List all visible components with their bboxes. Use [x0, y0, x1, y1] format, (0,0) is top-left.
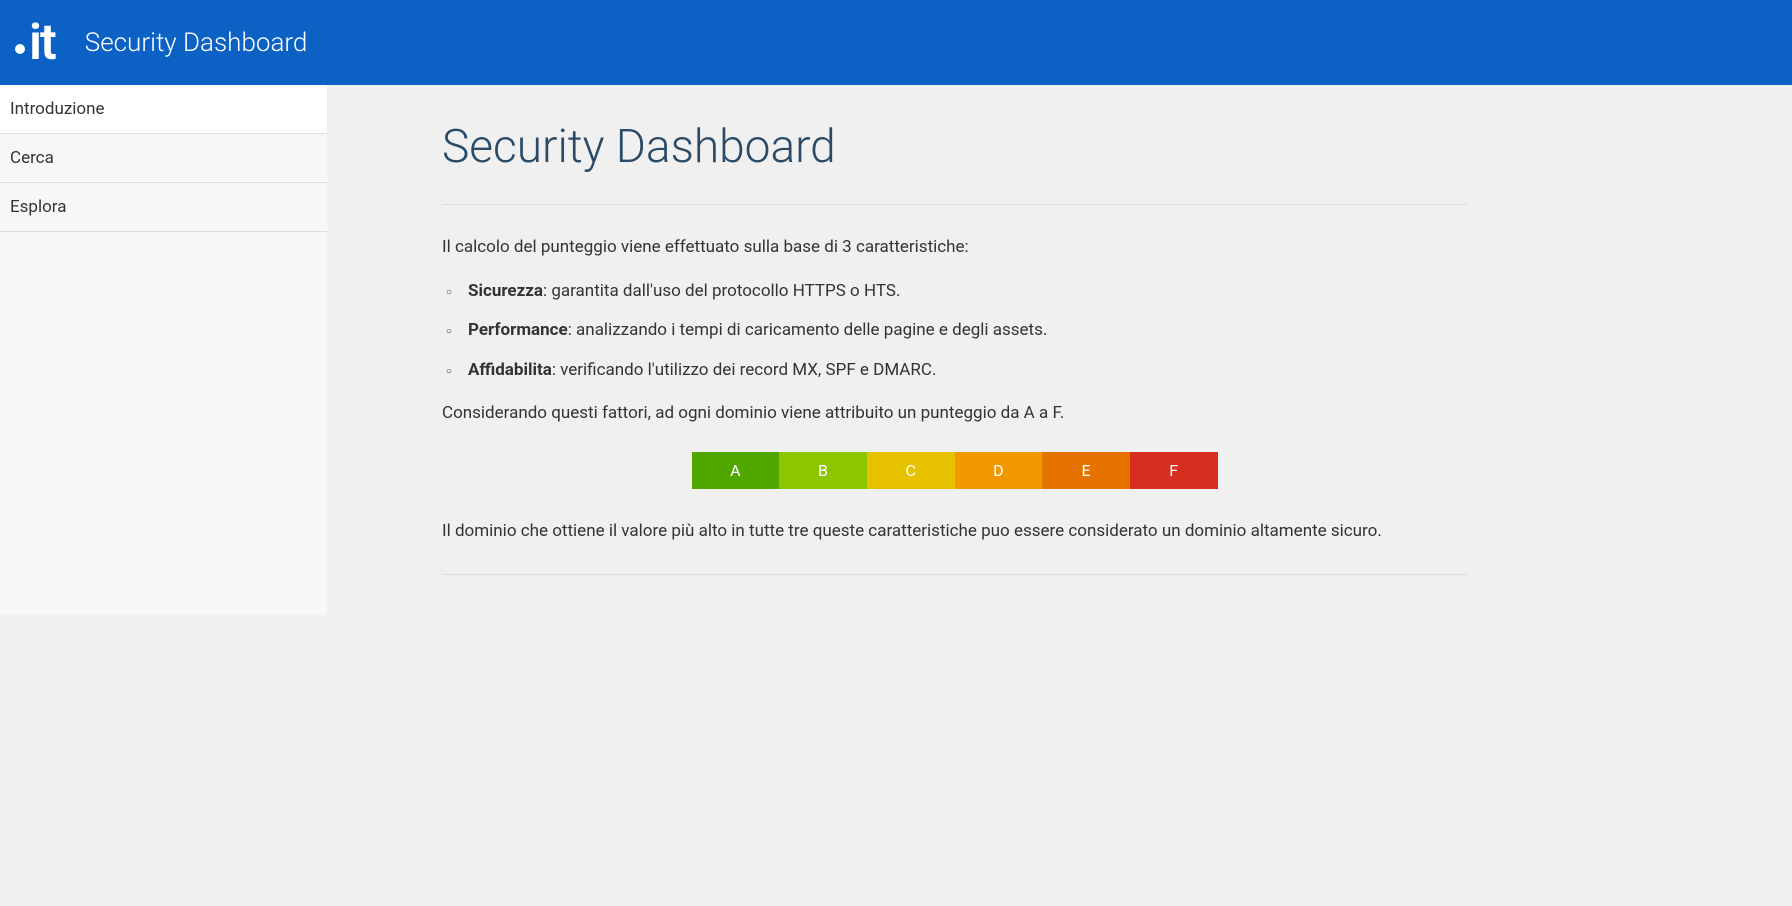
feature-list: Sicurezza: garantita dall'uso del protoc… — [442, 279, 1467, 384]
sidebar-item-label: Introduzione — [10, 99, 105, 119]
feature-term: Performance — [468, 320, 568, 340]
sidebar-item-label: Esplora — [10, 197, 67, 217]
sidebar-item-esplora[interactable]: Esplora — [0, 183, 327, 232]
bottom-divider — [442, 574, 1467, 575]
header: it Security Dashboard — [0, 0, 1792, 85]
intro-text: Il calcolo del punteggio viene effettuat… — [442, 235, 1467, 261]
rating-scale: A B C D E F — [692, 452, 1218, 489]
logo-text: it — [29, 14, 55, 72]
closing-text: Il dominio che ottiene il valore più alt… — [442, 519, 1467, 545]
layout: Introduzione Cerca Esplora Security Dash… — [0, 85, 1792, 615]
main-content: Security Dashboard Il calcolo del punteg… — [327, 85, 1527, 615]
feature-item-sicurezza: Sicurezza: garantita dall'uso del protoc… — [442, 279, 1467, 305]
divider — [442, 204, 1467, 205]
sidebar-item-label: Cerca — [10, 148, 54, 168]
logo-dot-icon — [15, 44, 25, 54]
feature-term: Sicurezza — [468, 281, 543, 301]
sidebar-item-cerca[interactable]: Cerca — [0, 134, 327, 183]
feature-desc: : garantita dall'uso del protocollo HTTP… — [543, 281, 900, 301]
rating-cell-b: B — [779, 452, 867, 489]
rating-cell-d: D — [955, 452, 1043, 489]
sidebar: Introduzione Cerca Esplora — [0, 85, 327, 615]
feature-term: Affidabilita — [468, 360, 552, 380]
rating-cell-c: C — [867, 452, 955, 489]
rating-cell-a: A — [692, 452, 780, 489]
summary-text: Considerando questi fattori, ad ogni dom… — [442, 401, 1467, 427]
feature-item-affidabilita: Affidabilita: verificando l'utilizzo dei… — [442, 358, 1467, 384]
rating-bar: A B C D E F — [692, 452, 1218, 489]
logo[interactable]: it — [15, 14, 55, 72]
feature-desc: : verificando l'utilizzo dei record MX, … — [552, 360, 937, 380]
header-title: Security Dashboard — [85, 28, 308, 58]
rating-cell-f: F — [1130, 452, 1218, 489]
feature-desc: : analizzando i tempi di caricamento del… — [568, 320, 1048, 340]
sidebar-item-introduzione[interactable]: Introduzione — [0, 85, 327, 134]
rating-cell-e: E — [1042, 452, 1130, 489]
feature-item-performance: Performance: analizzando i tempi di cari… — [442, 318, 1467, 344]
page-title: Security Dashboard — [442, 120, 1467, 174]
